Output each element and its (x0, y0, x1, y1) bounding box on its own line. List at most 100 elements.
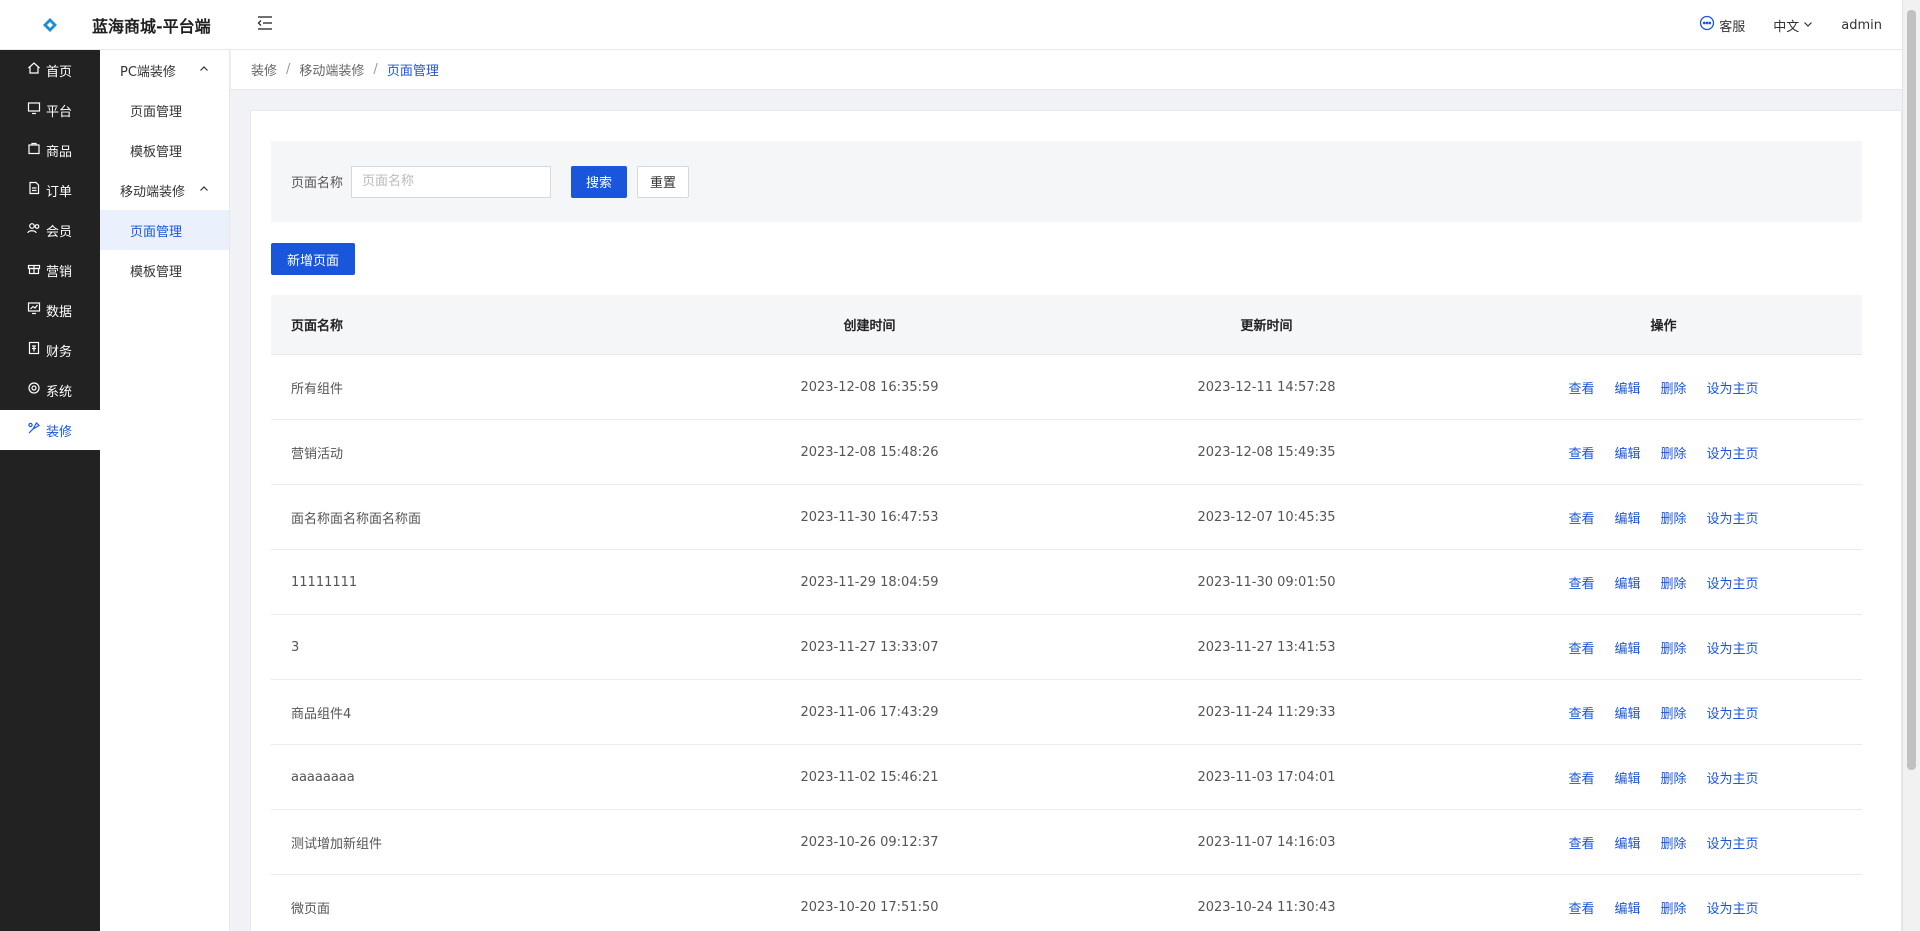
delete-link[interactable]: 删除 (1661, 573, 1687, 592)
edit-link[interactable]: 编辑 (1614, 703, 1640, 722)
set-homepage-link[interactable]: 设为主页 (1707, 508, 1759, 527)
header-actions: 客服 中文 admin (1699, 0, 1882, 50)
delete-link[interactable]: 删除 (1661, 443, 1687, 462)
bag-icon (27, 141, 41, 159)
breadcrumb-item[interactable]: 移动端装修 (299, 60, 364, 79)
view-link[interactable]: 查看 (1568, 898, 1594, 917)
sub-item-mobile-template-manage[interactable]: 模板管理 (100, 250, 229, 290)
set-homepage-link[interactable]: 设为主页 (1707, 833, 1759, 852)
scrollbar-thumb[interactable] (1907, 10, 1916, 770)
page-name-cell: 11111111 (291, 574, 358, 590)
nav-item-home[interactable]: 首页 (0, 50, 100, 90)
delete-link[interactable]: 删除 (1661, 378, 1687, 397)
set-homepage-link[interactable]: 设为主页 (1707, 443, 1759, 462)
edit-link[interactable]: 编辑 (1614, 573, 1640, 592)
delete-link[interactable]: 删除 (1661, 898, 1687, 917)
group-pc-decoration[interactable]: PC端装修 (100, 50, 229, 90)
created-time-cell: 2023-10-26 09:12:37 (800, 834, 939, 850)
view-link[interactable]: 查看 (1568, 833, 1594, 852)
created-time-cell: 2023-10-20 17:51:50 (800, 899, 939, 915)
view-link[interactable]: 查看 (1568, 768, 1594, 787)
nav-item-platform[interactable]: 平台 (0, 90, 100, 130)
nav-item-decoration[interactable]: 装修 (0, 410, 100, 450)
add-page-button[interactable]: 新增页面 (271, 243, 356, 275)
table-row: 测试增加新组件 2023-10-26 09:12:37 2023-11-07 14:… (271, 810, 1862, 875)
search-button[interactable]: 搜索 (571, 165, 628, 198)
page-name-cell: 3 (291, 639, 300, 655)
view-link[interactable]: 查看 (1568, 703, 1594, 722)
chevron-up-icon (199, 63, 209, 78)
user-menu[interactable]: admin (1841, 18, 1882, 33)
delete-link[interactable]: 删除 (1661, 638, 1687, 657)
table-row: 商品组件4 2023-11-06 17:43:29 2023-11-24 11:29… (271, 680, 1862, 745)
updated-time-cell: 2023-11-24 11:29:33 (1197, 704, 1336, 720)
edit-link[interactable]: 编辑 (1614, 378, 1640, 397)
page-name-cell: 测试增加新组件 (291, 836, 383, 852)
language-label: 中文 (1773, 19, 1800, 35)
customer-service-label: 客服 (1719, 19, 1746, 35)
view-link[interactable]: 查看 (1568, 443, 1594, 462)
nav-item-goods[interactable]: 商品 (0, 130, 100, 170)
delete-link[interactable]: 删除 (1661, 768, 1687, 787)
table-row: 营销活动 2023-12-08 15:48:26 2023-12-08 15:49:… (271, 420, 1862, 485)
edit-link[interactable]: 编辑 (1614, 833, 1640, 852)
nav-item-members[interactable]: 会员 (0, 210, 100, 250)
edit-link[interactable]: 编辑 (1614, 768, 1640, 787)
breadcrumb-separator: / (373, 62, 378, 77)
language-selector[interactable]: 中文 (1773, 16, 1813, 35)
page-name-cell: 营销活动 (291, 446, 344, 462)
breadcrumb-item[interactable]: 装修 (251, 60, 277, 79)
group-mobile-decoration[interactable]: 移动端装修 (100, 170, 229, 210)
set-homepage-link[interactable]: 设为主页 (1707, 898, 1759, 917)
reset-button[interactable]: 重置 (637, 165, 690, 198)
set-homepage-link[interactable]: 设为主页 (1707, 638, 1759, 657)
sub-item-mobile-page-manage[interactable]: 页面管理 (100, 210, 229, 250)
set-homepage-link[interactable]: 设为主页 (1707, 573, 1759, 592)
page-scrollbar[interactable] (1902, 0, 1920, 931)
document-icon (27, 181, 41, 199)
sub-item-pc-template-manage[interactable]: 模板管理 (100, 130, 229, 170)
view-link[interactable]: 查看 (1568, 378, 1594, 397)
decorate-icon (27, 421, 41, 439)
view-link[interactable]: 查看 (1568, 573, 1594, 592)
nav-label: 装修 (46, 424, 73, 440)
nav-item-system[interactable]: 系统 (0, 370, 100, 410)
edit-link[interactable]: 编辑 (1614, 898, 1640, 917)
delete-link[interactable]: 删除 (1661, 703, 1687, 722)
set-homepage-link[interactable]: 设为主页 (1707, 703, 1759, 722)
set-homepage-link[interactable]: 设为主页 (1707, 378, 1759, 397)
page-name-input[interactable] (351, 165, 552, 198)
nav-item-marketing[interactable]: 营销 (0, 250, 100, 290)
finance-icon (27, 341, 41, 359)
updated-time-cell: 2023-11-07 14:16:03 (1197, 834, 1336, 850)
delete-link[interactable]: 删除 (1661, 508, 1687, 527)
table-row: 所有组件 2023-12-08 16:35:59 2023-12-11 14:57:… (271, 355, 1862, 420)
nav-item-orders[interactable]: 订单 (0, 170, 100, 210)
edit-link[interactable]: 编辑 (1614, 638, 1640, 657)
set-homepage-link[interactable]: 设为主页 (1707, 768, 1759, 787)
customer-service-button[interactable]: 客服 (1699, 15, 1745, 35)
menu-collapse-icon[interactable] (256, 14, 274, 32)
chevron-up-icon (199, 183, 209, 198)
created-time-cell: 2023-12-08 15:48:26 (800, 444, 939, 460)
nav-item-finance[interactable]: 财务 (0, 330, 100, 370)
nav-label: 平台 (46, 104, 73, 120)
nav-label: 数据 (46, 304, 73, 320)
view-link[interactable]: 查看 (1568, 508, 1594, 527)
edit-link[interactable]: 编辑 (1614, 508, 1640, 527)
primary-sidebar: 首页 平台 商品 订单 会员 营销 数据 财务 系统 装修 (0, 50, 100, 931)
view-link[interactable]: 查看 (1568, 638, 1594, 657)
edit-link[interactable]: 编辑 (1614, 443, 1640, 462)
created-time-cell: 2023-12-08 16:35:59 (800, 379, 939, 395)
delete-link[interactable]: 删除 (1661, 833, 1687, 852)
brand-title: 蓝海商城-平台端 (92, 16, 211, 36)
updated-time-cell: 2023-12-07 10:45:35 (1197, 509, 1336, 525)
page-name-cell: aaaaaaaa (291, 769, 355, 785)
sub-item-pc-page-manage[interactable]: 页面管理 (100, 90, 229, 130)
monitor-icon (27, 101, 41, 119)
nav-item-data[interactable]: 数据 (0, 290, 100, 330)
sub-item-label: 页面管理 (130, 224, 183, 240)
content-card: 页面名称 搜索 重置 新增页面 页面名称 创建时间 更新时间 操作 所有组件 20… (250, 110, 1902, 931)
page-name-cell: 微页面 (291, 901, 331, 917)
actions-cell: 查看 编辑 删除 设为主页 (1465, 573, 1862, 592)
